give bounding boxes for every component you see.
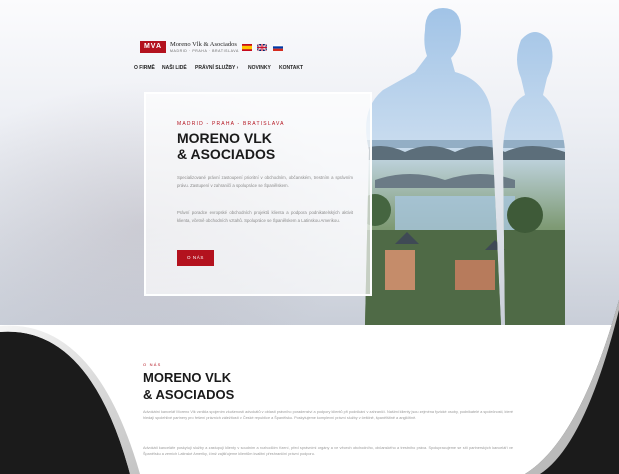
hero-card: MADRID - PRAHA - BRATISLAVA MORENO VLK &… [144, 92, 372, 296]
about-section: O NÁS MORENO VLK & ASOCIADOS Advokátní k… [0, 325, 619, 474]
about-text: Advokátní kancelář Moreno Vlk vznikla sp… [143, 410, 513, 421]
nav-pravni-sluzby[interactable]: PRÁVNÍ SLUŽBY › [195, 65, 238, 71]
logo-mark: MVA [140, 41, 166, 53]
about-eyebrow: O NÁS [143, 362, 162, 367]
web-page: MVA Moreno Vlk & Asociados MADRID · PRAH… [0, 0, 619, 474]
people-silhouette-image [365, 8, 565, 325]
about-title-line2: & ASOCIADOS [143, 387, 235, 402]
logo-name: Moreno Vlk & Asociados [170, 41, 237, 48]
hero-text-second: Právní poradce evropské obchodních proje… [177, 210, 353, 223]
nav-kontakt[interactable]: KONTAKT [279, 65, 303, 71]
logo-tagline: MADRID · PRAHA · BRATISLAVA [170, 49, 239, 53]
ru-flag-icon[interactable] [273, 44, 283, 51]
hero-text: Specializované právní zastoupení priorit… [177, 175, 353, 188]
nav-novinky[interactable]: NOVINKY [248, 65, 271, 71]
hero-title-line2: & ASOCIADOS [177, 146, 276, 162]
hero-section: MVA Moreno Vlk & Asociados MADRID · PRAH… [0, 0, 619, 325]
hero-title: MORENO VLK [177, 130, 272, 146]
nav-o-firme[interactable]: O FIRMĚ [134, 65, 155, 71]
about-title: MORENO VLK [143, 370, 232, 385]
hero-eyebrow: MADRID - PRAHA - BRATISLAVA [177, 121, 285, 127]
about-button[interactable]: O NÁS [177, 250, 214, 266]
gb-flag-icon[interactable] [257, 44, 267, 51]
nav-nasi-lide[interactable]: NAŠI LIDÉ [162, 65, 187, 71]
about-text-second: Advokáti kanceláře poskytují služby a za… [143, 446, 513, 457]
es-flag-icon[interactable] [242, 44, 252, 51]
